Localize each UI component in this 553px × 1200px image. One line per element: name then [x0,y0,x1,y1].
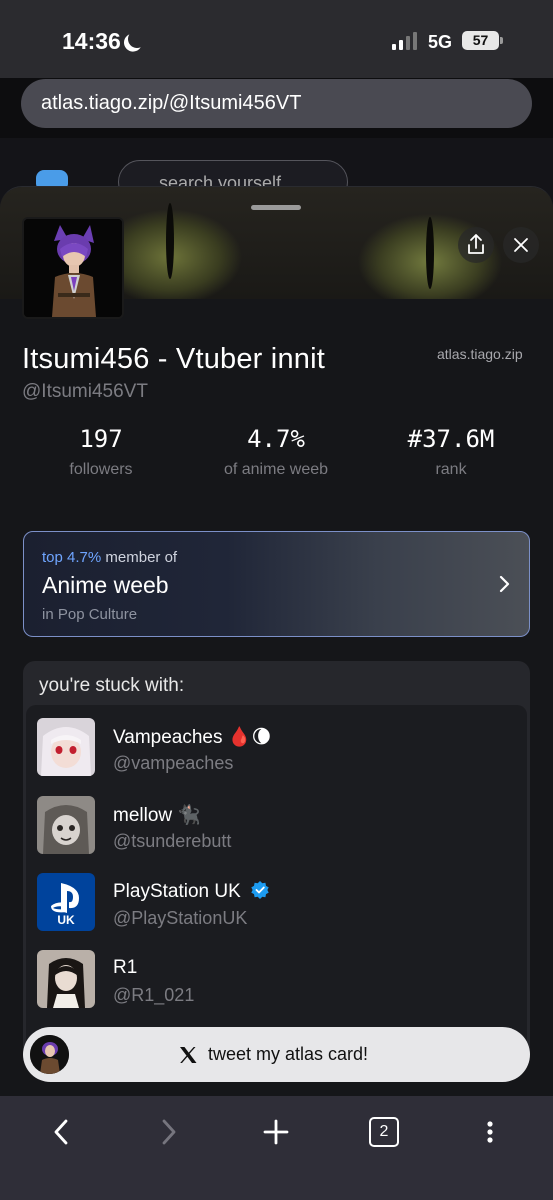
stat-followers: 197 followers [11,425,191,479]
verified-badge-icon [251,881,269,899]
list-item-name-text: Vampeaches [113,727,223,748]
list-item-handle: @vampeaches [113,753,234,773]
list-item-handle: @tsunderebutt [113,831,232,851]
cellular-signal-icon [392,32,418,50]
battery-level: 57 [472,32,489,48]
list-item-handle: @R1_021 [113,985,195,1005]
browser-toolbar [0,1096,553,1200]
x-logo-icon [180,1047,197,1063]
status-bar: 14:36 5G 57 [0,0,553,78]
site-watermark: atlas.tiago.zip [437,346,523,362]
tweet-card-button[interactable]: tweet my atlas card! [23,1027,530,1082]
avatar [30,1035,69,1074]
avatar: UK [37,873,95,931]
list-item-name-text: mellow [113,805,173,826]
list-item-name-text: PlayStation UK [113,881,241,902]
profile-display-name: Itsumi456 - Vtuber innit [22,343,325,375]
list-item[interactable]: R1 @R1_021 [37,950,517,1012]
list-item[interactable]: Vampeaches 🩸🌘 @vampeaches [37,718,517,780]
menu-button[interactable] [470,1112,510,1152]
avatar [37,950,95,1008]
close-icon [514,238,528,252]
community-rank-line: top 4.7% member of [42,549,177,566]
tab-switcher-button[interactable]: 2 [369,1117,399,1147]
more-vertical-icon [487,1121,493,1143]
battery-nub [500,37,503,44]
tweet-card-label: tweet my atlas card! [208,1044,369,1064]
list-item-name: PlayStation UK [113,880,270,903]
playstation-uk-avatar-text: UK [57,913,75,927]
stat-rank: #37.6M rank [361,425,541,479]
stat-value: 197 [79,425,123,453]
close-button[interactable] [503,227,539,263]
battery-icon: 57 [462,31,499,50]
plus-icon [263,1119,289,1145]
community-rank-suffix: member of [105,549,178,566]
list-item-name: mellow 🐈‍⬛ [113,803,201,827]
vtuber-avatar-small-icon [30,1035,69,1074]
list-item-handle: @PlayStationUK [113,908,248,928]
community-card[interactable]: top 4.7% member of Anime weeb in Pop Cul… [23,531,530,637]
stat-value: #37.6M [407,425,495,453]
back-button[interactable] [42,1112,82,1152]
chevron-right-icon [162,1119,176,1145]
list-item[interactable]: mellow 🐈‍⬛ @tsunderebutt [37,796,517,858]
stuck-with-panel: you're stuck with: Vampeaches 🩸🌘 @vampea… [23,661,530,1061]
community-category: in Pop Culture [42,606,138,623]
address-bar[interactable]: atlas.tiago.zip/@Itsumi456VT [21,79,532,128]
community-rank-percent: 4.7% [67,549,102,566]
avatar [37,796,95,854]
stuck-with-title: you're stuck with: [39,675,185,696]
forward-button[interactable] [148,1112,188,1152]
community-rank-prefix: top [42,549,63,566]
avatar [37,718,95,776]
clock: 14:36 [62,28,121,54]
stat-value: 4.7% [247,425,305,453]
network-type: 5G [428,32,453,52]
list-item-name-text: R1 [113,957,138,978]
share-icon [468,234,484,254]
share-button[interactable] [458,227,494,263]
do-not-disturb-moon-icon [125,27,148,50]
list-item[interactable]: UK PlayStation UK @PlayStationUK [37,873,517,935]
list-item-emoji: 🐈‍⬛ [177,805,202,826]
anime-girl-avatar-icon [37,718,95,776]
stat-community-percent: 4.7% of anime weeb [186,425,366,479]
address-bar-url: atlas.tiago.zip/@Itsumi456VT [41,92,302,114]
new-tab-button[interactable] [256,1112,296,1152]
list-item-name: Vampeaches 🩸🌘 [113,725,271,749]
stat-label: of anime weeb [223,461,329,478]
chevron-right-icon [499,575,510,593]
stuck-with-list: Vampeaches 🩸🌘 @vampeaches mellow 🐈‍⬛ @ts [26,705,527,1061]
profile-handle: @Itsumi456VT [22,381,148,402]
sketch-avatar-icon [37,796,95,854]
stat-label: rank [435,461,467,478]
profile-avatar [22,217,124,319]
stat-label: followers [69,461,133,478]
chevron-left-icon [54,1119,68,1145]
photo-avatar-icon [37,950,95,1008]
list-item-name: R1 [113,957,137,979]
sheet-grabber-handle[interactable] [251,205,301,210]
profile-sheet: atlas.tiago.zip Itsumi456 - Vtuber innit… [0,186,553,1096]
vtuber-avatar-icon [24,219,122,317]
cat-eye-pupil-left [166,203,174,279]
cat-eye-pupil-right [426,217,434,289]
list-item-emoji: 🩸🌘 [227,727,272,748]
community-name: Anime weeb [42,572,169,598]
